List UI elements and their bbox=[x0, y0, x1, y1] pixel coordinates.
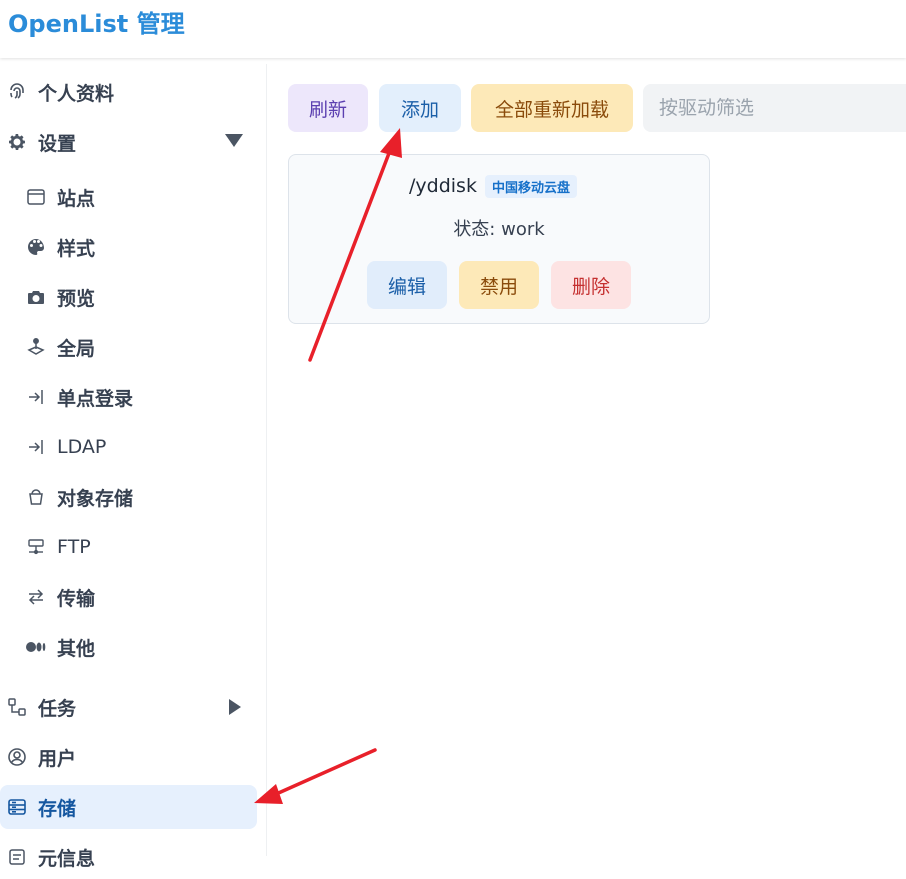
sidebar-item-transfer[interactable]: 传输 bbox=[0, 575, 257, 619]
joystick-icon bbox=[25, 336, 47, 358]
storage-card: /yddisk 中国移动云盘 状态: work 编辑 禁用 删除 bbox=[288, 154, 710, 324]
sidebar-item-storage[interactable]: 存储 bbox=[0, 785, 257, 829]
reload-all-button[interactable]: 全部重新加载 bbox=[471, 84, 633, 132]
sidebar-item-label: 站点 bbox=[57, 187, 96, 210]
sidebar-item-label: 对象存储 bbox=[57, 487, 134, 510]
sidebar-item-profile[interactable]: 个人资料 bbox=[0, 70, 257, 114]
sidebar-item-style[interactable]: 样式 bbox=[0, 225, 257, 269]
network-icon bbox=[25, 536, 47, 558]
sidebar-item-users[interactable]: 用户 bbox=[0, 735, 257, 779]
sidebar-item-global[interactable]: 全局 bbox=[0, 325, 257, 369]
user-circle-icon bbox=[6, 746, 28, 768]
palette-icon bbox=[25, 236, 47, 258]
main-content: 刷新 添加 全部重新加载 /yddisk 中国移动云盘 状态: work 编辑 … bbox=[268, 64, 906, 856]
sidebar-item-label: 全局 bbox=[57, 337, 96, 360]
sidebar-item-label: 传输 bbox=[57, 587, 96, 610]
sidebar-item-preview[interactable]: 预览 bbox=[0, 275, 257, 319]
driver-filter-input[interactable] bbox=[643, 84, 906, 132]
sidebar-item-label: 单点登录 bbox=[57, 387, 134, 410]
sidebar-item-label: 预览 bbox=[57, 287, 96, 310]
meta-icon bbox=[6, 846, 28, 868]
app-header: OpenList 管理 bbox=[0, 0, 906, 58]
sidebar-item-ftp[interactable]: FTP bbox=[0, 525, 257, 569]
disable-button[interactable]: 禁用 bbox=[459, 261, 539, 309]
login-arrow-icon bbox=[25, 436, 47, 458]
mount-path: /yddisk bbox=[409, 175, 477, 197]
sidebar-item-object-storage[interactable]: 对象存储 bbox=[0, 475, 257, 519]
delete-button[interactable]: 删除 bbox=[551, 261, 631, 309]
sidebar-item-sso[interactable]: 单点登录 bbox=[0, 375, 257, 419]
window-icon bbox=[25, 186, 47, 208]
status-text: 状态: work bbox=[453, 219, 545, 240]
sidebar-item-label: FTP bbox=[57, 536, 91, 558]
sidebar-item-other[interactable]: 其他 bbox=[0, 625, 257, 669]
driver-badge: 中国移动云盘 bbox=[485, 175, 578, 198]
chevron-right-icon bbox=[229, 699, 241, 715]
sidebar-item-label: 元信息 bbox=[38, 847, 96, 870]
sidebar-item-label: LDAP bbox=[57, 436, 107, 458]
edit-button[interactable]: 编辑 bbox=[367, 261, 447, 309]
sidebar-item-label: 个人资料 bbox=[38, 82, 115, 105]
sidebar-item-meta[interactable]: 元信息 bbox=[0, 835, 257, 879]
fingerprint-icon bbox=[6, 81, 28, 103]
sidebar-item-ldap[interactable]: LDAP bbox=[0, 425, 257, 469]
dots-icon bbox=[25, 636, 47, 658]
sidebar-item-label: 任务 bbox=[38, 697, 77, 720]
bucket-icon bbox=[25, 486, 47, 508]
chevron-down-icon bbox=[225, 134, 243, 147]
sidebar: 个人资料 设置 站点 样式 预览 全局 单点登录 LDAP 对象存储 FTP 传… bbox=[0, 64, 267, 870]
app-title: OpenList 管理 bbox=[8, 10, 185, 38]
sidebar-item-site[interactable]: 站点 bbox=[0, 175, 257, 219]
sidebar-item-tasks[interactable]: 任务 bbox=[0, 685, 257, 729]
transfer-icon bbox=[25, 586, 47, 608]
sidebar-item-label: 设置 bbox=[38, 132, 77, 155]
storage-icon bbox=[6, 796, 28, 818]
task-flow-icon bbox=[6, 696, 28, 718]
sidebar-item-settings[interactable]: 设置 bbox=[0, 120, 257, 164]
login-arrow-icon bbox=[25, 386, 47, 408]
sidebar-item-label: 样式 bbox=[57, 237, 96, 260]
add-storage-button[interactable]: 添加 bbox=[379, 84, 461, 132]
sidebar-item-label: 其他 bbox=[57, 637, 96, 660]
sidebar-item-label: 用户 bbox=[38, 747, 77, 770]
camera-icon bbox=[25, 286, 47, 308]
refresh-button[interactable]: 刷新 bbox=[288, 84, 368, 132]
sidebar-item-label: 存储 bbox=[38, 797, 77, 820]
gear-icon bbox=[6, 131, 28, 153]
